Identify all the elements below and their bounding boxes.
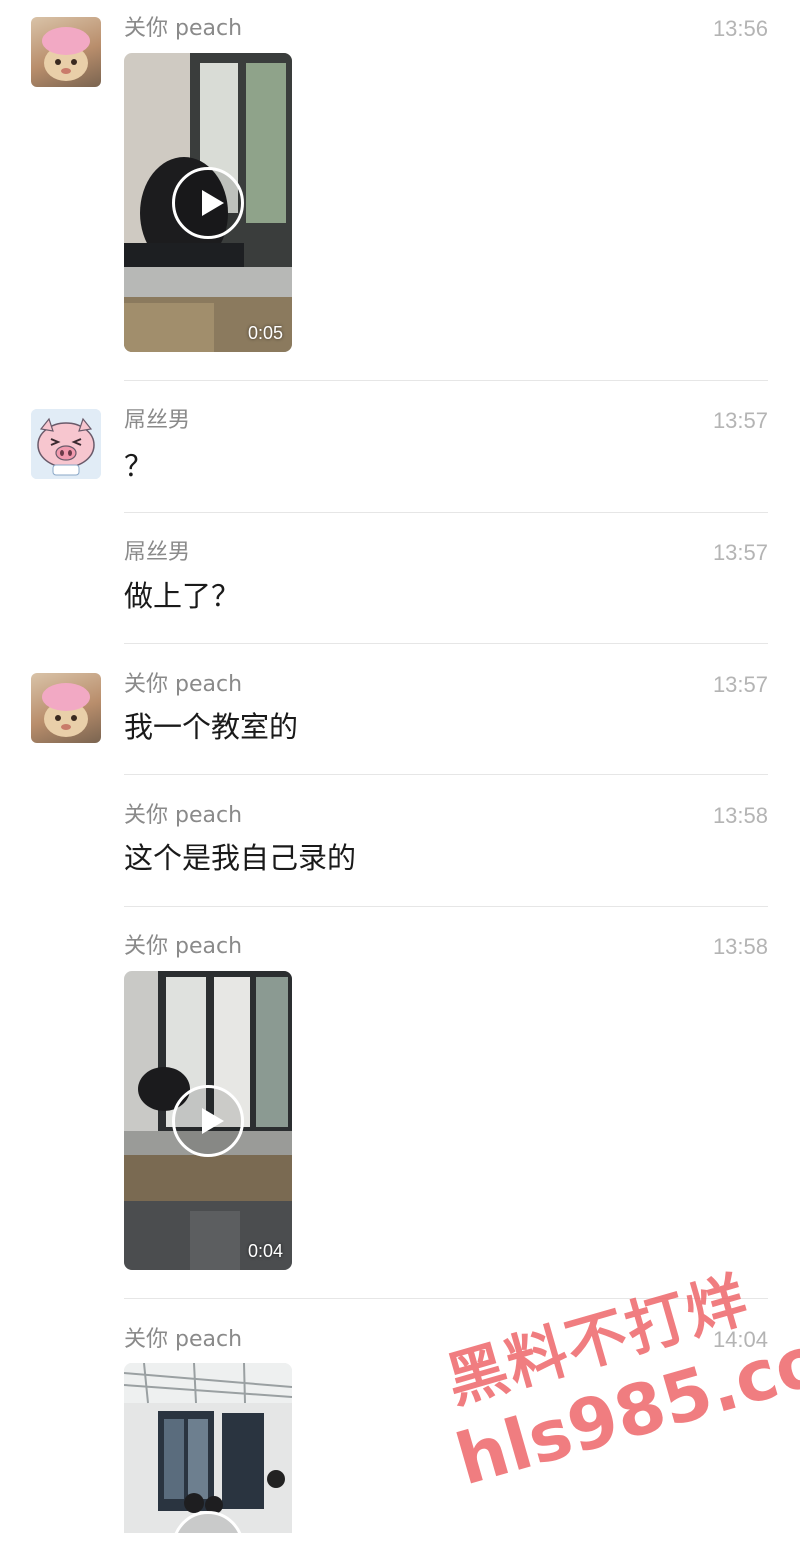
- sender-name: 关你 peach: [124, 803, 243, 828]
- avatar[interactable]: [31, 673, 101, 743]
- sender-name: 关你 peach: [124, 672, 243, 697]
- divider: [124, 380, 768, 381]
- sender-name: 屌丝男: [124, 408, 191, 433]
- message-time: 13:57: [712, 540, 768, 565]
- cartoon-bear-avatar-icon: [42, 683, 90, 737]
- divider: [124, 643, 768, 644]
- video-thumbnail: [124, 1363, 292, 1533]
- play-icon[interactable]: [172, 1084, 244, 1157]
- message-time: 13:58: [712, 803, 768, 828]
- video-message[interactable]: 0:05: [124, 53, 292, 352]
- message-time: 14:04: [712, 1327, 768, 1352]
- message-text: 这个是我自己录的: [124, 841, 357, 875]
- message-time: 13:56: [712, 16, 768, 41]
- message-time: 13:57: [712, 408, 768, 433]
- divider: [124, 1298, 768, 1299]
- sender-name: 屌丝男: [124, 540, 191, 565]
- video-duration: 0:05: [247, 323, 283, 343]
- video-message[interactable]: 0:04: [124, 971, 292, 1270]
- cartoon-bear-avatar-icon: [42, 27, 90, 81]
- watermark-title: 黑料不打烊: [439, 1264, 757, 1418]
- play-icon[interactable]: [172, 166, 244, 239]
- divider: [124, 906, 768, 907]
- sender-name: 关你 peach: [124, 16, 243, 41]
- message-text: 我一个教室的: [124, 710, 299, 744]
- message-time: 13:57: [712, 672, 768, 697]
- message-text: 做上了？: [124, 579, 241, 613]
- divider: [124, 774, 768, 775]
- sender-name: 关你 peach: [124, 1327, 243, 1352]
- divider: [124, 512, 768, 513]
- video-message[interactable]: [124, 1363, 292, 1533]
- avatar[interactable]: [31, 409, 101, 479]
- watermark: 黑料不打烊 hls985.com: [401, 1209, 800, 1564]
- avatar[interactable]: [31, 17, 101, 87]
- video-duration: 0:04: [247, 1241, 283, 1261]
- message-text: ？: [124, 449, 154, 483]
- sender-name: 关你 peach: [124, 934, 243, 959]
- message-time: 13:58: [712, 934, 768, 959]
- pig-face-avatar-icon: [31, 409, 101, 479]
